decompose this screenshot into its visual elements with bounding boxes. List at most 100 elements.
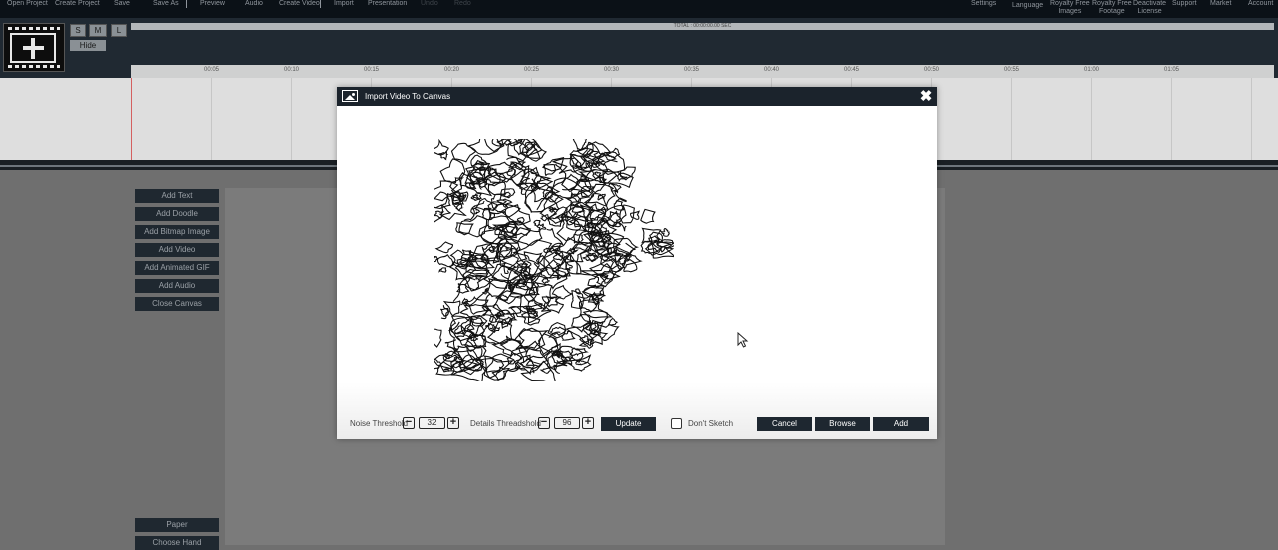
sketch-contour	[536, 223, 547, 231]
menu-audio[interactable]: Audio	[245, 0, 263, 8]
noise-threshold-input[interactable]: 32	[419, 417, 445, 429]
sketch-contour	[539, 367, 552, 374]
sketch-contour	[588, 328, 609, 346]
sketch-contour	[456, 283, 470, 294]
update-button[interactable]: Update	[601, 417, 656, 431]
menu-open-project[interactable]: Open Project	[7, 0, 48, 8]
menu-save[interactable]: Save	[114, 0, 130, 8]
sketch-contour	[434, 358, 442, 370]
sketch-contour	[569, 347, 589, 357]
menu-account[interactable]: Account	[1248, 0, 1273, 8]
add-doodle-button[interactable]: Add Doodle	[135, 207, 219, 221]
ruler-tick: 00:40	[764, 67, 780, 73]
paper-button[interactable]: Paper	[135, 518, 219, 532]
close-icon[interactable]: ✖	[919, 89, 933, 104]
sketch-contour	[499, 335, 529, 356]
ruler-tick: 00:10	[284, 67, 300, 73]
track-gridline	[1011, 78, 1012, 160]
dont-sketch-checkbox[interactable]	[671, 418, 682, 429]
sketch-contour	[438, 267, 447, 273]
add-scene-icon	[23, 46, 44, 50]
sketch-preview	[434, 139, 674, 381]
details-increase-button[interactable]: +	[582, 417, 594, 429]
sketch-contour	[434, 241, 454, 254]
close-canvas-button[interactable]: Close Canvas	[135, 297, 219, 311]
noise-decrease-button[interactable]: −	[403, 417, 415, 429]
dialog-titlebar[interactable]: Import Video To Canvas ✖	[337, 87, 937, 106]
sketch-contour	[629, 210, 640, 220]
sketch-contour	[488, 161, 516, 183]
sketch-contour	[640, 208, 656, 224]
menu-royalty-free-footage[interactable]: Royalty Free Footage	[1092, 0, 1132, 16]
dialog-title: Import Video To Canvas	[365, 92, 451, 101]
hide-button[interactable]: Hide	[70, 40, 106, 51]
sketch-contour	[607, 317, 619, 326]
size-small-button[interactable]: S	[70, 24, 86, 37]
choose-hand-button[interactable]: Choose Hand	[135, 536, 219, 550]
sketch-contour	[659, 228, 670, 237]
browse-button[interactable]: Browse	[815, 417, 870, 431]
size-large-button[interactable]: L	[111, 24, 127, 37]
scene-thumbnail[interactable]	[3, 23, 65, 72]
sketch-contour	[570, 290, 586, 310]
ruler-tick: 00:20	[444, 67, 460, 73]
add-audio-button[interactable]: Add Audio	[135, 279, 219, 293]
menu-settings[interactable]: Settings	[971, 0, 996, 8]
track-gridline	[211, 78, 212, 160]
add-bitmap-image-button[interactable]: Add Bitmap Image	[135, 225, 219, 239]
menu-market[interactable]: Market	[1210, 0, 1231, 8]
ruler-tick: 01:00	[1084, 67, 1100, 73]
ruler-tick: 00:35	[684, 67, 700, 73]
cancel-button[interactable]: Cancel	[757, 417, 812, 431]
timeline-ruler[interactable]: 00:05 00:10 00:15 00:20 00:25 00:30 00:3…	[131, 65, 1274, 78]
add-text-button[interactable]: Add Text	[135, 189, 219, 203]
menu-undo[interactable]: Undo	[421, 0, 438, 8]
sketch-contour	[500, 204, 531, 226]
sketch-contour	[470, 207, 481, 215]
menu-support[interactable]: Support	[1172, 0, 1197, 8]
menu-language[interactable]: Language	[1012, 2, 1043, 10]
details-threshold-input[interactable]: 96	[554, 417, 580, 429]
playhead[interactable]	[131, 78, 132, 160]
sketch-stroke	[495, 243, 510, 275]
sketch-stroke	[444, 339, 469, 353]
ruler-tick: 00:05	[204, 67, 220, 73]
menu-create-video[interactable]: Create Video	[279, 0, 320, 8]
noise-increase-button[interactable]: +	[447, 417, 459, 429]
track-gridline	[1171, 78, 1172, 160]
ruler-tick: 00:45	[844, 67, 860, 73]
menu-redo[interactable]: Redo	[454, 0, 471, 8]
noise-threshold-label: Noise Threshold	[350, 419, 409, 428]
image-icon	[342, 90, 358, 102]
details-threshold-label: Details Threadshold	[470, 419, 542, 428]
film-perforation	[8, 27, 60, 30]
add-button[interactable]: Add	[873, 417, 929, 431]
menu-preview[interactable]: Preview	[200, 0, 225, 8]
total-duration-bar: TOTAL : 00:00:00.00 SEC	[131, 23, 1274, 30]
sketch-contour	[438, 151, 449, 161]
track-gridline	[291, 78, 292, 160]
menu-deactivate-license[interactable]: Deactivate License	[1133, 0, 1166, 16]
add-animated-gif-button[interactable]: Add Animated GIF	[135, 261, 219, 275]
add-video-button[interactable]: Add Video	[135, 243, 219, 257]
sketch-contour	[509, 227, 543, 246]
sketch-contour	[545, 295, 562, 308]
sketch-contour	[541, 278, 550, 285]
menu-royalty-free-images[interactable]: Royalty Free Images	[1050, 0, 1090, 16]
top-menu-bar: Open Project Create Project Save Save As…	[0, 0, 1278, 18]
menu-save-as[interactable]: Save As	[153, 0, 179, 8]
ruler-tick: 00:50	[924, 67, 940, 73]
size-medium-button[interactable]: M	[89, 24, 107, 37]
ruler-tick: 00:25	[524, 67, 540, 73]
menu-import[interactable]: Import	[334, 0, 354, 8]
menu-presentation[interactable]: Presentation	[368, 0, 407, 8]
track-gridline	[1251, 78, 1252, 160]
ruler-tick: 00:30	[604, 67, 620, 73]
sketch-contour	[436, 254, 455, 268]
ruler-tick: 00:55	[1004, 67, 1020, 73]
details-decrease-button[interactable]: −	[538, 417, 550, 429]
menu-create-project[interactable]: Create Project	[55, 0, 100, 8]
ruler-tick: 00:15	[364, 67, 380, 73]
mouse-cursor-icon	[737, 332, 749, 348]
track-gridline	[1091, 78, 1092, 160]
